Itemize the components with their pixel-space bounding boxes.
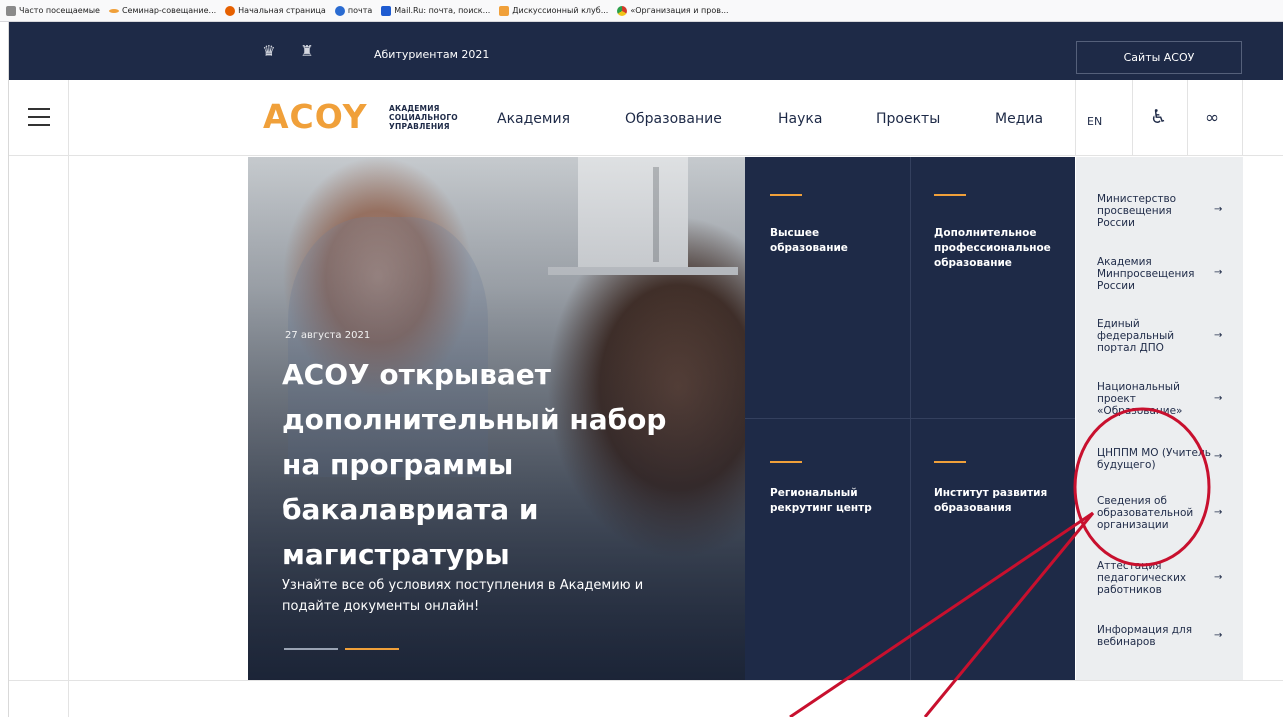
- external-links-panel: [1076, 157, 1243, 680]
- arrow-right-icon: →: [1214, 507, 1223, 518]
- bookmark-most-visited[interactable]: Часто посещаемые: [6, 5, 100, 16]
- divider: [745, 418, 1075, 419]
- bookmark-home[interactable]: Начальная страница: [225, 5, 326, 16]
- news-date: 27 августа 2021: [285, 330, 371, 341]
- slider-dot[interactable]: [284, 648, 338, 650]
- asou-icon: [108, 8, 119, 13]
- tile-higher-education[interactable]: Высшее образование: [770, 226, 890, 256]
- mail-icon: [334, 5, 345, 16]
- tile-accent-line: [934, 194, 966, 196]
- accessibility-icon[interactable]: ♿: [1150, 106, 1167, 128]
- logo-text[interactable]: АКАДЕМИЯ СОЦИАЛЬНОГО УПРАВЛЕНИЯ: [389, 104, 458, 131]
- link-federal-portal[interactable]: Единый федеральный портал ДПО: [1097, 318, 1187, 354]
- sites-button[interactable]: Сайты АСОУ: [1076, 41, 1242, 74]
- arrow-right-icon: →: [1214, 572, 1223, 583]
- hero-title[interactable]: АСОУ открывает дополнительный набор на п…: [282, 352, 702, 577]
- link-national-project[interactable]: Национальный проект «Образование»: [1097, 381, 1207, 417]
- divider: [9, 680, 1283, 681]
- firefox-icon: [225, 5, 236, 16]
- bookmark-mailru[interactable]: Mail.Ru: почта, поиск...: [381, 5, 490, 16]
- link-organization-info[interactable]: Сведения об образовательной организации: [1097, 495, 1207, 531]
- link-ministry[interactable]: Министерство просвещения России: [1097, 193, 1197, 229]
- nav-academy[interactable]: Академия: [497, 111, 570, 127]
- coat-of-arms-icon[interactable]: ♛: [259, 41, 279, 61]
- link-tsnppm[interactable]: ЦНППМ МО (Учитель будущего): [1097, 447, 1215, 471]
- tile-institute[interactable]: Институт развития образования: [934, 486, 1064, 516]
- tile-accent-line: [934, 461, 966, 463]
- yandex-icon: [499, 5, 510, 16]
- link-webinars[interactable]: Информация для вебинаров: [1097, 624, 1207, 648]
- arrow-right-icon: →: [1214, 267, 1223, 278]
- tile-recruiting-center[interactable]: Региональный рекрутинг центр: [770, 486, 890, 516]
- language-switch[interactable]: EN: [1087, 115, 1102, 128]
- divider: [1242, 80, 1243, 156]
- arrow-right-icon: →: [1214, 393, 1223, 404]
- bookmarks-bar: Часто посещаемые Семинар-совещание... На…: [0, 0, 1283, 22]
- menu-icon[interactable]: [28, 108, 50, 126]
- divider: [1187, 80, 1188, 156]
- applicants-link[interactable]: Абитуриентам 2021: [374, 48, 489, 61]
- tile-accent-line: [770, 461, 802, 463]
- bookmark-club[interactable]: Дискуссионный клуб...: [499, 5, 608, 16]
- nav-media[interactable]: Медиа: [995, 111, 1043, 127]
- gear-icon: [6, 5, 16, 16]
- nav-projects[interactable]: Проекты: [876, 111, 940, 127]
- chrome-icon: [617, 5, 628, 16]
- link-academy-ministry[interactable]: Академия Минпросвещения России: [1097, 256, 1207, 292]
- hero-subtitle: Узнайте все об условиях поступления в Ак…: [282, 578, 644, 614]
- bookmark-organization[interactable]: «Организация и пров...: [617, 5, 729, 16]
- tile-accent-line: [770, 194, 802, 196]
- arrow-right-icon: →: [1214, 630, 1223, 641]
- link-attestation[interactable]: Аттестация педагогических работников: [1097, 560, 1197, 596]
- divider: [68, 80, 69, 717]
- divider: [1075, 80, 1076, 156]
- slider-dot-active[interactable]: [345, 648, 399, 650]
- tile-additional-education[interactable]: Дополнительное профессиональное образова…: [934, 226, 1062, 271]
- divider: [1132, 80, 1133, 156]
- nav-education[interactable]: Образование: [625, 111, 722, 127]
- bookmark-mail[interactable]: почта: [334, 5, 372, 16]
- arrow-right-icon: →: [1214, 451, 1223, 462]
- moscow-region-emblem-icon[interactable]: ♜: [297, 40, 317, 62]
- arrow-right-icon: →: [1214, 204, 1223, 215]
- mailru-icon: [381, 5, 392, 16]
- bookmark-seminar[interactable]: Семинар-совещание...: [108, 6, 216, 15]
- arrow-right-icon: →: [1214, 330, 1223, 341]
- low-vision-glasses-icon[interactable]: ∞: [1205, 108, 1219, 128]
- logo-mark[interactable]: ACOY: [263, 97, 368, 137]
- nav-science[interactable]: Наука: [778, 111, 822, 127]
